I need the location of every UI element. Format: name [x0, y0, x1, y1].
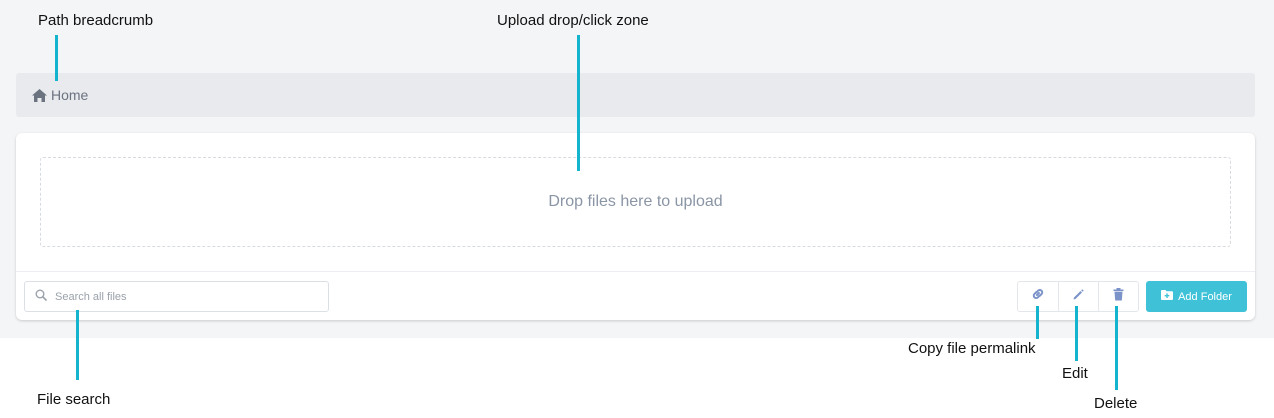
- file-manager-card: Drop files here to upload Search all fil…: [16, 133, 1255, 320]
- callout-delete-line: [1115, 306, 1118, 390]
- callout-delete-label: Delete: [1094, 395, 1138, 412]
- delete-button[interactable]: [1098, 282, 1138, 311]
- breadcrumb: Home: [16, 73, 1255, 117]
- breadcrumb-home-label: Home: [51, 87, 89, 103]
- callout-breadcrumb-label: Path breadcrumb: [38, 12, 154, 29]
- search-input[interactable]: [55, 290, 315, 303]
- search-icon: [35, 288, 47, 306]
- trash-icon: [1113, 287, 1124, 306]
- folder-plus-icon: [1161, 290, 1174, 303]
- dropzone-text: Drop files here to upload: [548, 193, 723, 210]
- callout-upload-label: Upload drop/click zone: [497, 12, 649, 29]
- card-footer: Add Folder: [16, 271, 1255, 320]
- pencil-icon: [1072, 288, 1085, 306]
- home-icon: [32, 88, 47, 102]
- callout-breadcrumb-line: [55, 35, 58, 81]
- callout-search-label: File search: [37, 391, 111, 408]
- callout-edit-line: [1075, 306, 1078, 361]
- callout-permalink-label: Copy file permalink: [908, 340, 1036, 357]
- link-icon: [1031, 287, 1045, 306]
- callout-search-line: [76, 310, 79, 380]
- edit-button[interactable]: [1058, 282, 1098, 311]
- upload-dropzone[interactable]: Drop files here to upload: [40, 157, 1231, 247]
- callout-edit-label: Edit: [1062, 365, 1088, 382]
- add-folder-button[interactable]: Add Folder: [1146, 281, 1247, 312]
- add-folder-label: Add Folder: [1178, 290, 1232, 303]
- callout-upload-line: [577, 35, 580, 171]
- breadcrumb-home[interactable]: Home: [32, 87, 88, 103]
- callout-permalink-line: [1036, 306, 1039, 339]
- file-search[interactable]: [24, 281, 329, 312]
